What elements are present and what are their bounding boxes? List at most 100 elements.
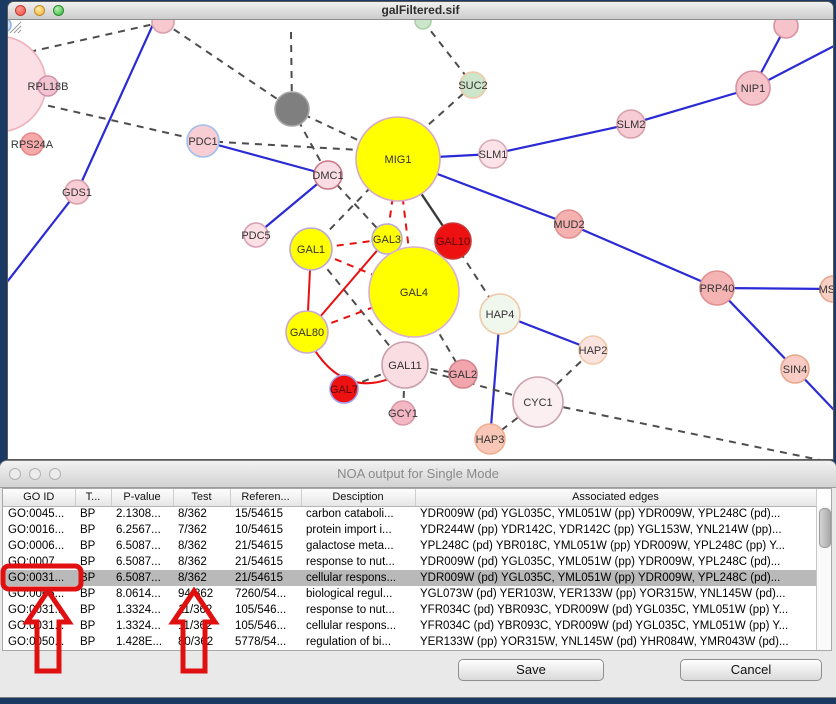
minimize-button-inactive[interactable]	[29, 468, 41, 480]
cell-description[interactable]: protein import i...	[301, 522, 415, 538]
network-edge[interactable]	[569, 224, 717, 288]
table-row[interactable]: GO:0045...BP2.1308...8/36215/54615carbon…	[3, 506, 816, 522]
cell-go_id[interactable]: GO:0031...	[3, 618, 75, 634]
cell-type[interactable]: BP	[75, 506, 111, 522]
cell-type[interactable]: BP	[75, 538, 111, 554]
cell-associated_edges[interactable]: YGL073W (pd) YER103W, YER133W (pp) YOR31…	[415, 586, 816, 602]
cell-test[interactable]: 80/362	[173, 634, 230, 650]
cell-test[interactable]: 94/362	[173, 586, 230, 602]
cell-test[interactable]: 8/362	[173, 506, 230, 522]
cell-description[interactable]: response to nut...	[301, 554, 415, 570]
column-header-associated_edges[interactable]: Associated edges	[415, 489, 816, 506]
network-edge[interactable]	[631, 88, 753, 124]
cell-type[interactable]: BP	[75, 522, 111, 538]
cell-associated_edges[interactable]: YDR009W (pd) YGL035C, YML051W (pp) YDR00…	[415, 506, 816, 522]
vertical-scrollbar[interactable]	[816, 506, 831, 650]
node-gray-node[interactable]	[275, 92, 309, 126]
cell-type[interactable]: BP	[75, 586, 111, 602]
table-row[interactable]: GO:0031...BP1.3324...11/362105/546...cel…	[3, 618, 816, 634]
zoom-button-inactive[interactable]	[49, 468, 61, 480]
cell-description[interactable]: cellular respons...	[301, 570, 415, 586]
close-button-inactive[interactable]	[9, 468, 21, 480]
minimize-button[interactable]	[34, 5, 45, 16]
network-edge[interactable]	[203, 141, 360, 150]
cell-go_id[interactable]: GO:0006...	[3, 538, 75, 554]
cell-associated_edges[interactable]: YDR244W (pp) YDR142C, YDR142C (pp) YGL15…	[415, 522, 816, 538]
cell-associated_edges[interactable]: YER133W (pp) YOR315W, YNL145W (pd) YHR08…	[415, 634, 816, 650]
cell-test[interactable]: 8/362	[173, 554, 230, 570]
cell-type[interactable]: BP	[75, 634, 111, 650]
network-edge[interactable]	[493, 124, 631, 154]
cell-associated_edges[interactable]: YPL248C (pd) YBR018C, YML051W (pp) YDR00…	[415, 538, 816, 554]
cell-associated_edges[interactable]: YDR009W (pd) YGL035C, YML051W (pp) YDR00…	[415, 570, 816, 586]
cancel-button[interactable]: Cancel	[680, 659, 822, 681]
table-row[interactable]: GO:0050...BP1.428E...80/3625778/54...reg…	[3, 634, 816, 650]
cell-p_value[interactable]: 1.3324...	[111, 618, 173, 634]
cell-type[interactable]: BP	[75, 618, 111, 634]
cell-description[interactable]: biological regul...	[301, 586, 415, 602]
cell-go_id[interactable]: GO:0050...	[3, 634, 75, 650]
column-header-p_value[interactable]: P-value	[111, 489, 173, 506]
table-row[interactable]: GO:0006...BP6.5087...8/36221/54615galact…	[3, 538, 816, 554]
network-edge[interactable]	[8, 192, 77, 291]
table-row[interactable]: GO:0031...BP1.3324...11/362105/546...res…	[3, 602, 816, 618]
column-header-reference[interactable]: Referen...	[230, 489, 301, 506]
cell-test[interactable]: 11/362	[173, 618, 230, 634]
cell-p_value[interactable]: 6.5087...	[111, 538, 173, 554]
column-header-go_id[interactable]: GO ID	[3, 489, 75, 506]
network-edge[interactable]	[538, 402, 820, 459]
cell-type[interactable]: BP	[75, 570, 111, 586]
cell-p_value[interactable]: 1.3324...	[111, 602, 173, 618]
scrollbar-thumb[interactable]	[819, 508, 831, 548]
column-header-type[interactable]: T...	[75, 489, 111, 506]
cell-go_id[interactable]: GO:0031...	[3, 602, 75, 618]
cell-reference[interactable]: 10/54615	[230, 522, 301, 538]
cell-reference[interactable]: 105/546...	[230, 602, 301, 618]
save-button[interactable]: Save	[458, 659, 604, 681]
cell-go_id[interactable]: GO:0065...	[3, 586, 75, 602]
cell-go_id[interactable]: GO:0045...	[3, 506, 75, 522]
table-row[interactable]: GO:0016...BP6.2567...7/36210/54615protei…	[3, 522, 816, 538]
cell-reference[interactable]: 5778/54...	[230, 634, 301, 650]
cell-go_id[interactable]: GO:0007...	[3, 554, 75, 570]
table-row[interactable]: GO:0065...BP8.0614...94/3627260/54...bio…	[3, 586, 816, 602]
column-header-description[interactable]: Desciption	[301, 489, 415, 506]
cell-p_value[interactable]: 6.5087...	[111, 554, 173, 570]
cell-go_id[interactable]: GO:0016...	[3, 522, 75, 538]
table-row[interactable]: GO:0007...BP6.5087...8/36221/54615respon…	[3, 554, 816, 570]
cell-type[interactable]: BP	[75, 602, 111, 618]
close-button[interactable]	[15, 5, 26, 16]
node-top-pink[interactable]	[152, 20, 174, 33]
cell-reference[interactable]: 21/54615	[230, 570, 301, 586]
cell-reference[interactable]: 15/54615	[230, 506, 301, 522]
cell-associated_edges[interactable]: YFR034C (pd) YBR093C, YDR009W (pd) YGL03…	[415, 602, 816, 618]
cell-p_value[interactable]: 6.5087...	[111, 570, 173, 586]
cell-associated_edges[interactable]: YDR009W (pd) YGL035C, YML051W (pp) YDR00…	[415, 554, 816, 570]
cell-test[interactable]: 8/362	[173, 570, 230, 586]
cell-test[interactable]: 8/362	[173, 538, 230, 554]
cell-description[interactable]: galactose meta...	[301, 538, 415, 554]
noa-window-titlebar[interactable]: NOA output for Single Mode	[0, 461, 836, 488]
cell-reference[interactable]: 21/54615	[230, 538, 301, 554]
cell-description[interactable]: regulation of bi...	[301, 634, 415, 650]
cell-description[interactable]: carbon cataboli...	[301, 506, 415, 522]
cell-p_value[interactable]: 8.0614...	[111, 586, 173, 602]
zoom-button[interactable]	[53, 5, 64, 16]
cell-reference[interactable]: 7260/54...	[230, 586, 301, 602]
cell-test[interactable]: 7/362	[173, 522, 230, 538]
cell-associated_edges[interactable]: YFR034C (pd) YBR093C, YDR009W (pd) YGL03…	[415, 618, 816, 634]
table-row[interactable]: GO:0031...BP6.5087...8/36221/54615cellul…	[3, 570, 816, 586]
cell-description[interactable]: response to nut...	[301, 602, 415, 618]
cell-reference[interactable]: 21/54615	[230, 554, 301, 570]
column-header-test[interactable]: Test	[173, 489, 230, 506]
cell-test[interactable]: 11/362	[173, 602, 230, 618]
resize-grip-icon[interactable]	[8, 20, 22, 34]
network-edge[interactable]	[163, 22, 292, 109]
cell-go_id[interactable]: GO:0031...	[3, 570, 75, 586]
cell-description[interactable]: cellular respons...	[301, 618, 415, 634]
node-top-green[interactable]	[415, 20, 431, 29]
cell-p_value[interactable]: 1.428E...	[111, 634, 173, 650]
network-window-titlebar[interactable]: galFiltered.sif	[8, 2, 833, 20]
network-edge[interactable]	[77, 20, 155, 192]
cell-type[interactable]: BP	[75, 554, 111, 570]
